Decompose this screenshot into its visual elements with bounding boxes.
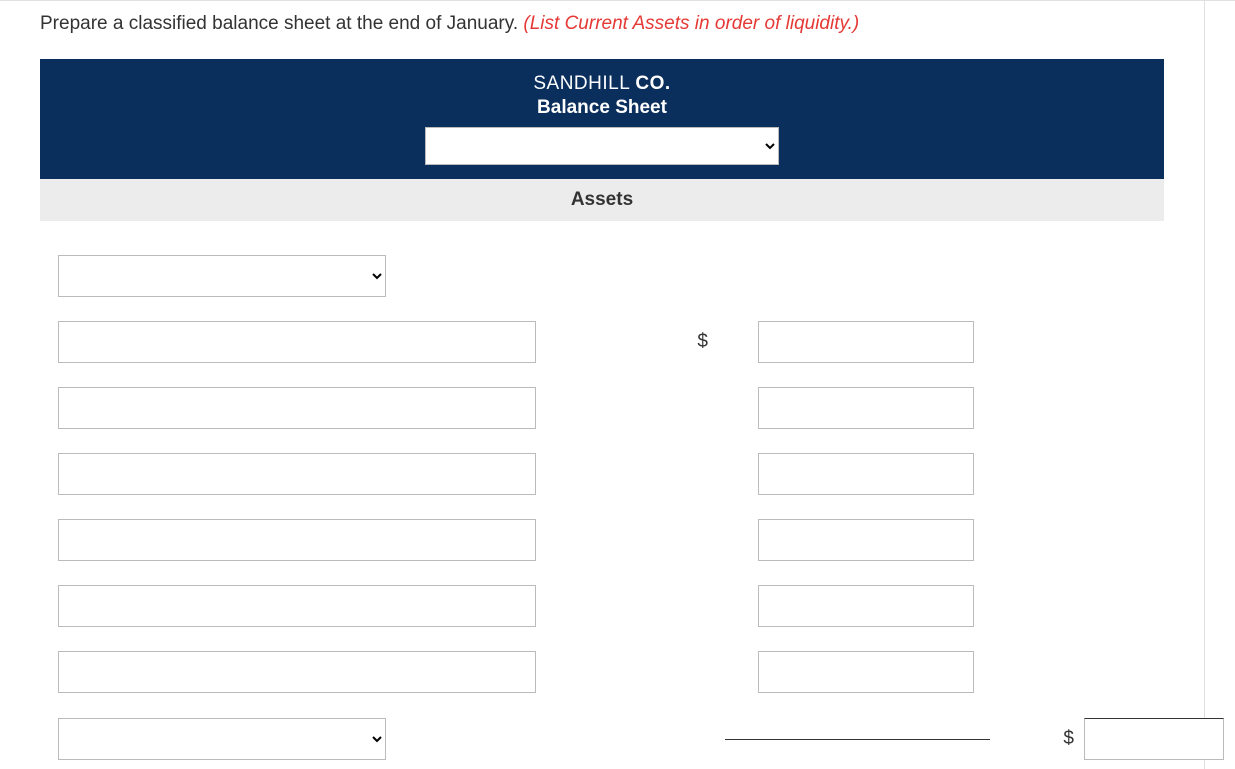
item-label-1[interactable] — [58, 321, 536, 363]
company-name: SANDHILL CO. — [40, 73, 1164, 95]
item-row-2 — [40, 375, 1164, 441]
sheet-title: Balance Sheet — [40, 97, 1164, 119]
instruction-main: Prepare a classified balance sheet at th… — [40, 13, 523, 34]
item-value-1[interactable] — [758, 321, 974, 363]
item-row-3 — [40, 441, 1164, 507]
item-label-2[interactable] — [58, 387, 536, 429]
category-row-1 — [40, 243, 1164, 309]
section-header-assets: Assets — [40, 179, 1164, 221]
balance-sheet: SANDHILL CO. Balance Sheet Assets $ — [40, 59, 1164, 769]
item-value-6[interactable] — [758, 651, 974, 693]
sheet-header: SANDHILL CO. Balance Sheet — [40, 59, 1164, 179]
item-value-4[interactable] — [758, 519, 974, 561]
category-select-1[interactable] — [58, 255, 386, 297]
category-select-2[interactable] — [58, 718, 386, 760]
total-value[interactable] — [1084, 718, 1224, 760]
rows-area: $ — [40, 221, 1164, 769]
date-select[interactable] — [425, 127, 779, 165]
category-row-2: $ — [40, 709, 1164, 769]
item-label-6[interactable] — [58, 651, 536, 693]
item-value-2[interactable] — [758, 387, 974, 429]
currency-symbol-1: $ — [556, 331, 718, 353]
subtotal-rule — [718, 739, 1016, 740]
item-row-4 — [40, 507, 1164, 573]
item-row-6 — [40, 639, 1164, 705]
currency-symbol-total: $ — [1016, 728, 1084, 750]
worksheet-container: Prepare a classified balance sheet at th… — [0, 1, 1205, 769]
item-label-5[interactable] — [58, 585, 536, 627]
item-row-1: $ — [40, 309, 1164, 375]
item-label-3[interactable] — [58, 453, 536, 495]
instruction-text: Prepare a classified balance sheet at th… — [0, 1, 1204, 59]
instruction-hint: (List Current Assets in order of liquidi… — [523, 13, 859, 34]
item-label-4[interactable] — [58, 519, 536, 561]
item-value-5[interactable] — [758, 585, 974, 627]
item-row-5 — [40, 573, 1164, 639]
item-value-3[interactable] — [758, 453, 974, 495]
